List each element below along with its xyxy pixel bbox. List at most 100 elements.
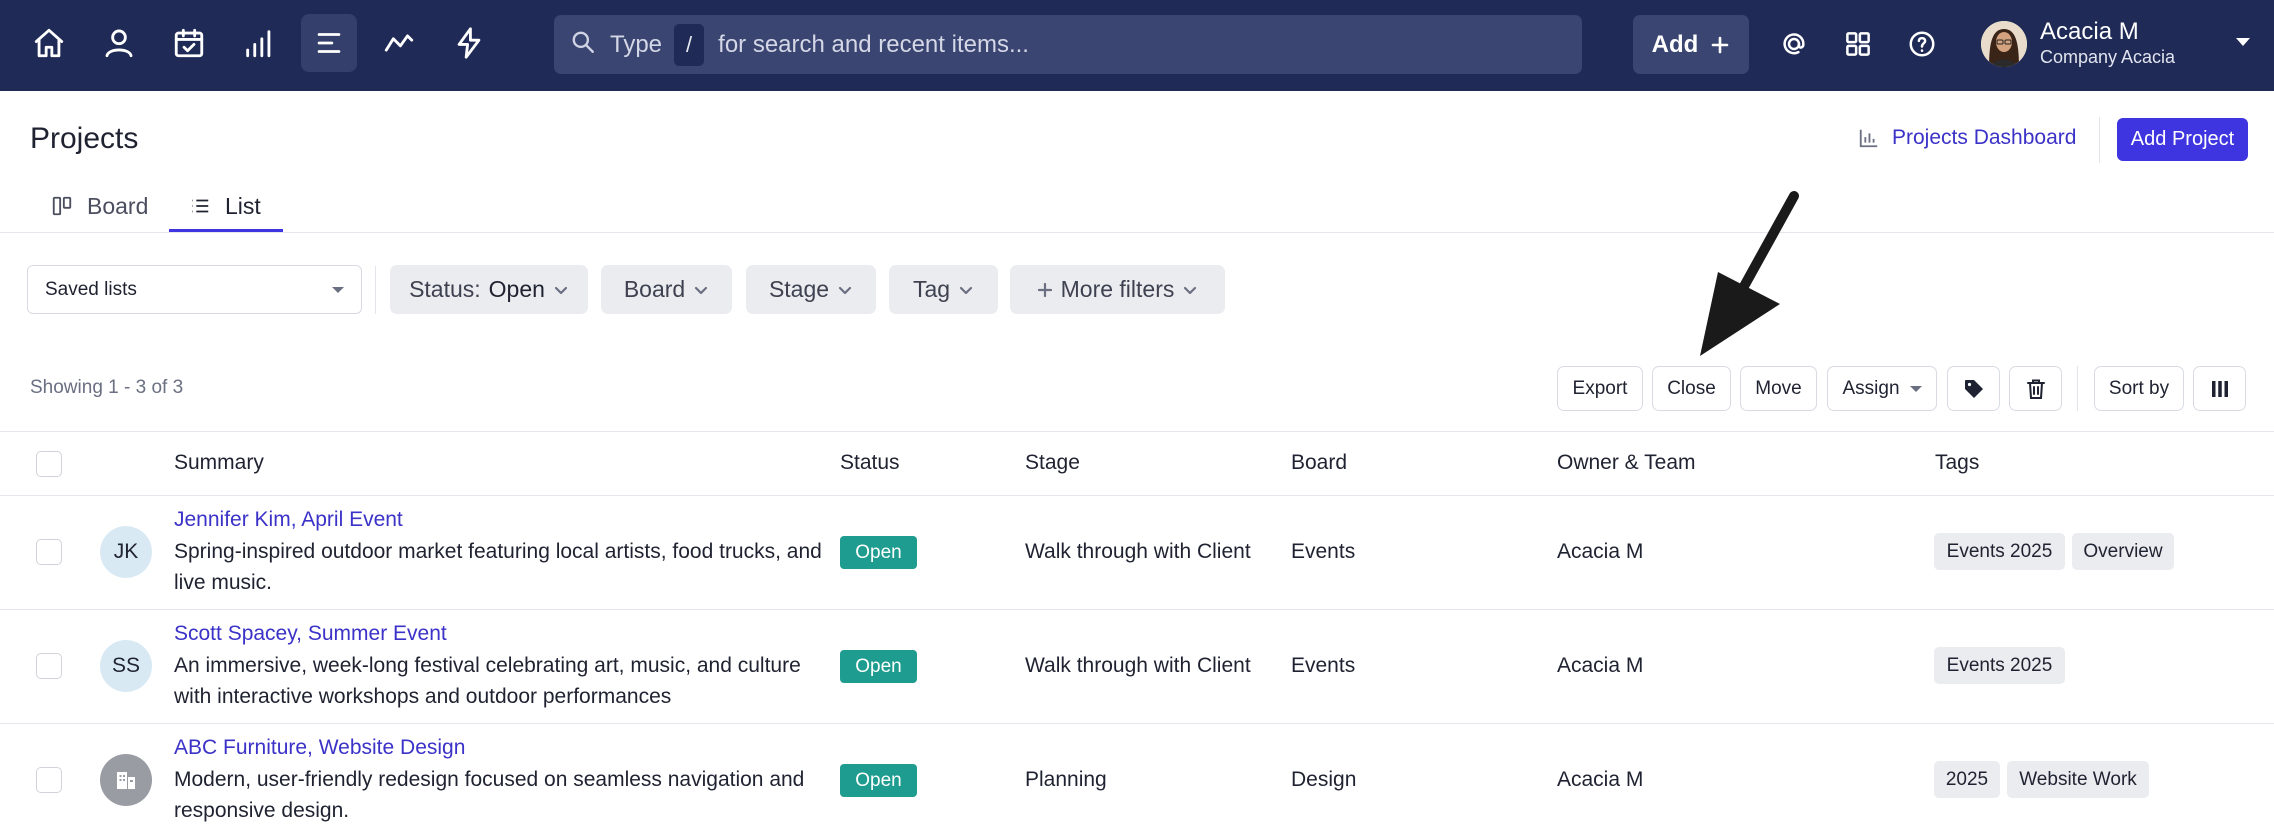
close-button[interactable]: Close <box>1652 366 1731 411</box>
stage-cell: Walk through with Client <box>1025 540 1251 563</box>
tag-action-button[interactable] <box>1947 366 2000 411</box>
column-header-stage[interactable]: Stage <box>1025 451 1080 475</box>
add-project-button[interactable]: Add Project <box>2117 118 2248 161</box>
board-columns-icon <box>52 196 72 216</box>
caret-down-icon <box>1909 385 1922 392</box>
add-button[interactable]: Add <box>1633 15 1749 74</box>
export-button[interactable]: Export <box>1557 366 1643 411</box>
saved-lists-value: Saved lists <box>45 278 137 300</box>
status-filter-value: Open <box>488 276 545 302</box>
column-header-board[interactable]: Board <box>1291 451 1347 475</box>
caret-down-icon[interactable] <box>2236 38 2250 46</box>
search-bar[interactable]: Type / for search and recent items... <box>554 15 1582 74</box>
page-title: Projects <box>30 122 139 155</box>
row-checkbox[interactable] <box>36 653 62 679</box>
row-checkbox[interactable] <box>36 767 62 793</box>
row-divider <box>0 609 2274 610</box>
home-icon[interactable] <box>21 14 77 72</box>
columns-icon <box>2211 380 2228 397</box>
bar-chart-icon <box>1859 129 1878 148</box>
status-badge: Open <box>840 650 917 683</box>
status-badge: Open <box>840 536 917 569</box>
select-all-checkbox[interactable] <box>36 451 62 477</box>
building-icon <box>117 772 135 789</box>
projects-dashboard-label: Projects Dashboard <box>1892 126 2077 149</box>
list-lines-icon[interactable] <box>301 14 357 72</box>
mention-icon[interactable] <box>1774 24 1814 64</box>
tab-board-label: Board <box>87 192 149 219</box>
user-name[interactable]: Acacia M <box>2040 18 2139 46</box>
plus-icon <box>1037 282 1052 297</box>
tag-chip[interactable]: Website Work <box>2007 761 2149 798</box>
row-checkbox[interactable] <box>36 539 62 565</box>
delete-button[interactable] <box>2009 366 2062 411</box>
chevron-down-icon <box>838 286 852 294</box>
column-header-tags[interactable]: Tags <box>1935 451 1979 475</box>
toolbar-divider <box>2077 366 2078 411</box>
search-type-label: Type <box>610 30 663 58</box>
column-header-status[interactable]: Status <box>840 451 900 475</box>
more-filters[interactable]: More filters <box>1010 265 1225 314</box>
stage-filter-label: Stage <box>768 276 830 302</box>
saved-lists-select[interactable]: Saved lists <box>27 265 362 314</box>
project-title-link[interactable]: ABC Furniture, Website Design <box>174 736 465 760</box>
lightning-icon[interactable] <box>441 14 497 72</box>
status-filter-label: Status: <box>409 276 481 302</box>
tag-chip[interactable]: 2025 <box>1934 761 2000 798</box>
board-filter-label: Board <box>623 276 686 302</box>
chevron-down-icon <box>695 286 708 294</box>
project-title-link[interactable]: Jennifer Kim, April Event <box>174 508 403 532</box>
tab-list-label: List <box>225 192 261 219</box>
tag-chip[interactable]: Overview <box>2072 533 2174 570</box>
tag-filter-label: Tag <box>912 276 951 302</box>
project-description: Modern, user-friendly redesign focused o… <box>174 768 805 822</box>
search-shortcut-key: / <box>674 23 705 66</box>
stage-cell: Walk through with Client <box>1025 654 1251 677</box>
chevron-down-icon <box>554 286 568 294</box>
tag-chip[interactable]: Events 2025 <box>1934 647 2065 684</box>
avatar: SS <box>100 640 152 692</box>
tab-board[interactable]: Board <box>51 180 148 232</box>
move-button[interactable]: Move <box>1740 366 1817 411</box>
owner-cell: Acacia M <box>1557 654 1644 677</box>
apps-grid-icon[interactable] <box>1838 24 1878 64</box>
annotation-arrow-icon <box>1700 191 1799 356</box>
signal-bars-icon[interactable] <box>231 14 287 72</box>
project-title-link[interactable]: Scott Spacey, Summer Event <box>174 622 447 646</box>
board-filter[interactable]: Board <box>601 265 732 314</box>
user-icon[interactable] <box>91 14 147 72</box>
tag-icon <box>1964 379 1983 398</box>
stage-filter[interactable]: Stage <box>746 265 876 314</box>
tag-filter[interactable]: Tag <box>889 265 998 314</box>
search-icon <box>570 29 596 60</box>
status-badge: Open <box>840 764 917 797</box>
columns-button[interactable] <box>2193 366 2246 411</box>
plus-icon <box>1712 36 1729 53</box>
avatar: JK <box>100 526 152 578</box>
calendar-check-icon[interactable] <box>161 14 217 72</box>
assign-button[interactable]: Assign <box>1827 366 1937 411</box>
help-icon[interactable] <box>1902 24 1942 64</box>
header-divider <box>2099 117 2100 163</box>
more-filters-label: More filters <box>1060 276 1175 302</box>
row-divider <box>0 723 2274 724</box>
tag-chip[interactable]: Events 2025 <box>1934 533 2065 570</box>
project-description: An immersive, week-long festival celebra… <box>174 654 801 708</box>
sort-by-button[interactable]: Sort by <box>2094 366 2184 411</box>
trend-line-icon[interactable] <box>371 14 427 72</box>
projects-dashboard-link[interactable]: Projects Dashboard <box>1858 126 2076 150</box>
status-filter[interactable]: Status: Open <box>390 265 588 314</box>
tab-list[interactable]: List <box>189 180 261 232</box>
board-cell: Events <box>1291 540 1356 563</box>
search-hint: for search and recent items... <box>718 30 1029 58</box>
trash-icon <box>2026 379 2045 399</box>
column-header-owner-team[interactable]: Owner & Team <box>1557 451 1696 475</box>
column-header-summary[interactable]: Summary <box>174 451 264 475</box>
filter-divider <box>375 266 376 314</box>
board-cell: Events <box>1291 654 1356 677</box>
project-description: Spring-inspired outdoor market featuring… <box>174 540 822 594</box>
list-icon <box>192 199 209 213</box>
top-navigation-bar: Type / for search and recent items... Ad… <box>0 0 2274 91</box>
tabs-divider <box>0 232 2274 233</box>
user-avatar[interactable] <box>1981 21 2027 67</box>
